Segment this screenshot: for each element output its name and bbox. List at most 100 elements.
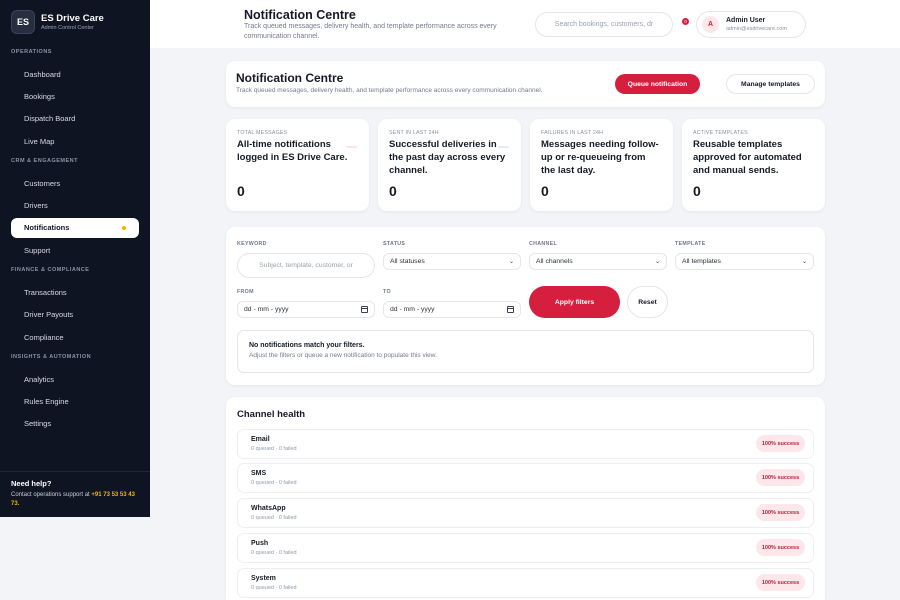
success-badge: 100% success [756,539,805,556]
nav-section-finance: FINANCE & COMPLIANCE Transactions Driver… [0,264,150,347]
sidebar-item-live-map[interactable]: Live Map [11,131,139,151]
stat-value: 0 [237,183,245,199]
from-label: FROM [237,289,254,295]
brand-subtitle: Admin Control Center [41,24,94,31]
channel-meta: 0 queued · 0 failed [251,585,297,591]
to-date-input[interactable]: dd - mm - yyyy [383,301,521,318]
help-title: Need help? [11,479,52,488]
chevron-down-icon: ⌄ [654,259,660,265]
channel-health-title: Channel health [237,409,306,420]
sidebar-item-drivers[interactable]: Drivers [11,196,139,216]
hero-card: Notification Centre Track queued message… [226,61,825,107]
channel-health-card: Channel health Email 0 queued · 0 failed… [226,397,825,600]
notification-bell-icon[interactable]: 0 [682,18,689,25]
help-panel: Need help? Contact operations support at… [0,471,150,517]
channel-name: SMS [251,470,267,477]
sidebar-item-compliance[interactable]: Compliance [11,327,139,347]
avatar: A [702,16,719,33]
channel-row-whatsapp[interactable]: WhatsApp 0 queued · 0 failed 100% succes… [237,498,814,528]
stat-value: 0 [693,183,701,199]
sidebar-item-rules-engine[interactable]: Rules Engine [11,392,139,412]
manage-templates-button[interactable]: Manage templates [726,74,815,94]
channel-name: Push [251,540,269,547]
stat-indicator [346,146,357,148]
sidebar-item-bookings[interactable]: Bookings [11,86,139,106]
chevron-down-icon: ⌄ [508,259,514,265]
channel-label: CHANNEL [529,241,557,247]
success-badge: 100% success [756,469,805,486]
stat-card-sent: SENT IN LAST 24H Successful deliveries i… [378,119,521,211]
sidebar-item-analytics[interactable]: Analytics [11,369,139,389]
stat-value: 0 [541,183,549,199]
stat-label: FAILURES IN LAST 24H [541,130,604,136]
channel-select[interactable]: All channels ⌄ [529,253,667,270]
nav-section-title: INSIGHTS & AUTOMATION [11,354,92,361]
calendar-icon[interactable] [507,306,514,313]
help-text: Contact operations support at +91 73 53 … [11,492,135,507]
channel-name: WhatsApp [251,505,286,512]
channel-row-email[interactable]: Email 0 queued · 0 failed 100% success [237,429,814,459]
sidebar-item-dispatch-board[interactable]: Dispatch Board [11,109,139,129]
reset-button[interactable]: Reset [627,286,668,318]
channel-name: Email [251,436,270,443]
stat-label: TOTAL MESSAGES [237,130,288,136]
stat-description: Successful deliveries in the past day ac… [389,139,506,176]
filters-card: KEYWORD Subject, template, customer, or … [226,227,825,385]
success-badge: 100% success [756,435,805,452]
success-badge: 100% success [756,504,805,521]
nav-section-title: OPERATIONS [11,49,52,55]
stat-card-templates: ACTIVE TEMPLATES Reusable templates appr… [682,119,825,211]
status-label: STATUS [383,241,406,247]
empty-state: No notifications match your filters. Adj… [237,330,814,373]
nav-section-title: CRM & ENGAGEMENT [11,158,78,165]
stat-card-failures: FAILURES IN LAST 24H Messages needing fo… [530,119,673,211]
channel-meta: 0 queued · 0 failed [251,446,297,452]
sidebar-item-settings[interactable]: Settings [11,414,139,434]
stat-description: Messages needing follow-up or re-queuein… [541,139,659,176]
sidebar-item-customers[interactable]: Customers [11,173,139,193]
stat-value: 0 [389,183,397,199]
channel-meta: 0 queued · 0 failed [251,480,297,486]
channel-row-sms[interactable]: SMS 0 queued · 0 failed 100% success [237,463,814,493]
page-subtitle: Track queued messages, delivery health, … [244,23,497,40]
hero-subtitle: Track queued messages, delivery health, … [236,87,543,94]
template-select[interactable]: All templates ⌄ [675,253,814,270]
nav-section-title: FINANCE & COMPLIANCE [11,267,90,274]
keyword-input[interactable]: Subject, template, customer, or [237,253,375,278]
channel-row-system[interactable]: System 0 queued · 0 failed 100% success [237,568,814,598]
channel-meta: 0 queued · 0 failed [251,550,297,556]
channel-name: System [251,575,276,582]
empty-state-subtitle: Adjust the filters or queue a new notifi… [249,352,437,359]
search-input[interactable]: Search bookings, customers, dr [535,12,673,37]
success-badge: 100% success [756,574,805,591]
brand[interactable]: ES ES Drive Care Admin Control Center [0,0,150,44]
keyword-label: KEYWORD [237,241,267,247]
sidebar-item-dashboard[interactable]: Dashboard [11,64,139,84]
nav-section-operations: OPERATIONS Dashboard Bookings Dispatch B… [0,46,150,151]
nav-section-crm: CRM & ENGAGEMENT Customers Drivers Notif… [0,155,150,260]
channel-meta: 0 queued · 0 failed [251,515,297,521]
stat-description: All-time notifications logged in ES Driv… [237,139,348,163]
page-title: Notification Centre [244,8,356,22]
stat-label: ACTIVE TEMPLATES [693,130,748,136]
to-label: TO [383,289,391,295]
empty-state-title: No notifications match your filters. [249,342,365,349]
sidebar-item-support[interactable]: Support [11,240,139,260]
sidebar-item-notifications[interactable]: Notifications [11,217,139,238]
status-select[interactable]: All statuses ⌄ [383,253,521,270]
from-date-input[interactable]: dd - mm - yyyy [237,301,375,318]
chevron-down-icon: ⌄ [801,259,807,265]
queue-notification-button[interactable]: Queue notification [615,74,700,94]
topbar: Notification Centre Track queued message… [150,0,900,48]
user-email: admin@esdrivecare.com [726,26,787,32]
calendar-icon[interactable] [361,306,368,313]
sidebar: ES ES Drive Care Admin Control Center OP… [0,0,150,517]
stat-indicator [498,146,509,148]
channel-row-push[interactable]: Push 0 queued · 0 failed 100% success [237,533,814,563]
sidebar-item-driver-payouts[interactable]: Driver Payouts [11,305,139,325]
apply-filters-button[interactable]: Apply filters [529,286,620,318]
hero-title: Notification Centre [236,71,344,85]
brand-name: ES Drive Care [41,12,104,24]
user-menu[interactable]: A Admin User admin@esdrivecare.com [696,11,806,38]
sidebar-item-transactions[interactable]: Transactions [11,282,139,302]
